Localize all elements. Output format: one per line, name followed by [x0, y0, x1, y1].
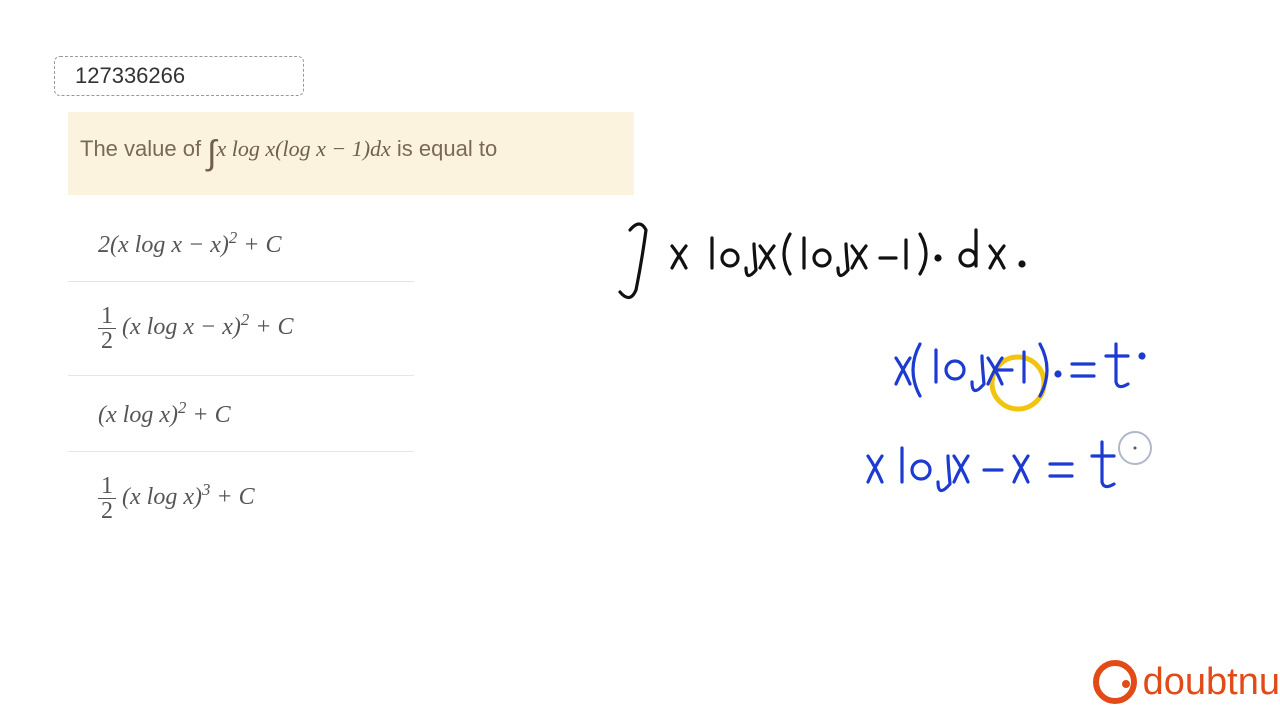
question-id-box: 127336266 — [54, 56, 304, 96]
question-prompt: The value of ∫x log x(log x − 1)dx is eq… — [68, 112, 634, 195]
question-integral: x log x(log x − 1)dx — [217, 136, 391, 161]
option-c[interactable]: (x log x)2 + C — [68, 376, 414, 452]
question-id-text: 127336266 — [75, 63, 185, 88]
option-b[interactable]: 12 (x log x − x)2 + C — [68, 282, 414, 376]
option-d[interactable]: 12 (x log x)3 + C — [68, 452, 414, 545]
answer-options: 2(x log x − x)2 + C 12 (x log x − x)2 + … — [68, 206, 414, 545]
question-prefix: The value of — [80, 136, 207, 161]
integral-symbol: ∫ — [207, 134, 216, 172]
option-a[interactable]: 2(x log x − x)2 + C — [68, 206, 414, 282]
brand-logo: doubtnu — [1093, 660, 1280, 704]
question-suffix: is equal to — [391, 136, 497, 161]
logo-text: doubtnu — [1143, 661, 1280, 704]
highlight-circle — [992, 357, 1044, 409]
logo-icon — [1093, 660, 1137, 704]
handwritten-work — [600, 210, 1200, 560]
